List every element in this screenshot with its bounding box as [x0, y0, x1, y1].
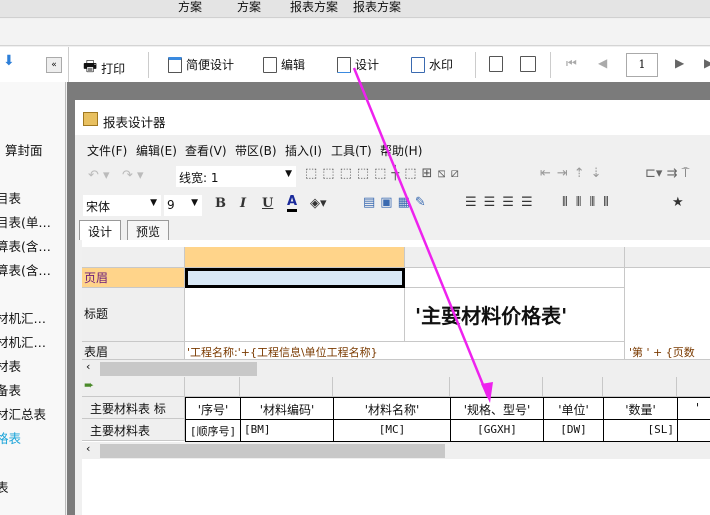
annotation-arrow-line — [352, 67, 490, 398]
annotation-arrow — [352, 67, 493, 403]
annotation-arrow-head — [481, 382, 493, 403]
